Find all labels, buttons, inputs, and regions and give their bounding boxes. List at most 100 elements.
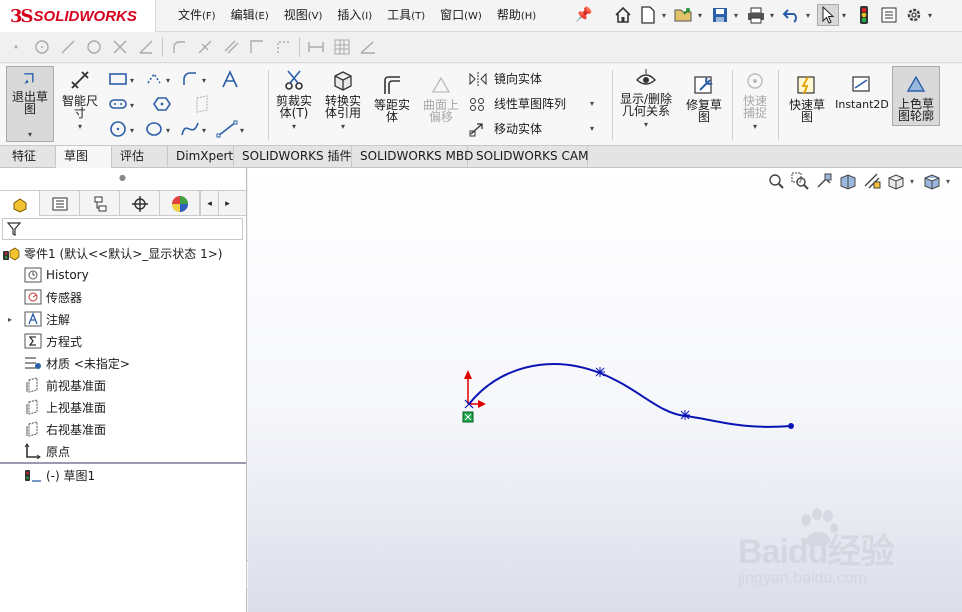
reference-plane-icon[interactable] [192, 95, 212, 116]
shaded-sketch-contours-button[interactable]: 上色草图轮廓 [892, 66, 940, 126]
menu-file[interactable]: 文件(F) [178, 6, 216, 23]
undo-icon[interactable] [781, 4, 803, 26]
tree-root-part[interactable]: 零件1 (默认<<默认>_显示状态 1>) [0, 242, 246, 264]
ellipse-dropdown-icon[interactable]: ▾ [166, 126, 174, 135]
rectangle-dropdown-icon[interactable]: ▾ [130, 76, 138, 85]
tab-solidworks-mbd[interactable]: SOLIDWORKS MBD [352, 146, 473, 168]
angle-line-icon[interactable] [136, 37, 156, 57]
text-icon[interactable] [220, 70, 240, 91]
rapid-sketch-button[interactable]: 快速草图 [784, 74, 830, 134]
display-manager-tab-icon[interactable] [160, 191, 200, 216]
slot-icon[interactable] [108, 96, 128, 115]
configuration-manager-tab-icon[interactable] [80, 191, 120, 216]
construction-line-icon[interactable] [216, 120, 238, 141]
tree-item-history[interactable]: History [0, 264, 246, 286]
menu-insert[interactable]: 插入(I) [337, 6, 372, 23]
trim-dropdown-icon[interactable]: ▾ [292, 121, 296, 133]
open-folder-icon[interactable] [673, 4, 695, 26]
chamfer-icon[interactable] [195, 37, 215, 57]
center-circle-icon[interactable] [32, 37, 52, 57]
display-delete-relations-button[interactable]: 显示/删除几何关系 ▾ [616, 68, 676, 140]
circle-tool-icon[interactable] [108, 120, 128, 141]
parallel-lines-icon[interactable] [221, 37, 241, 57]
offset-on-surface-button[interactable]: 曲面上偏移 [418, 74, 464, 134]
spline-icon[interactable] [180, 120, 200, 141]
panel-tabs-scroll-left-icon[interactable]: ◂ [200, 191, 218, 216]
menu-help[interactable]: 帮助(H) [497, 6, 536, 23]
smart-dimension-button[interactable]: 智能尺寸 ▾ [58, 68, 102, 140]
new-dropdown-icon[interactable]: ▾ [662, 11, 670, 20]
instant2d-button[interactable]: Instant2D [834, 74, 890, 134]
tree-item-origin[interactable]: 原点 [0, 440, 246, 462]
relations-dropdown-icon[interactable]: ▾ [644, 119, 648, 131]
spline-endpoint-end[interactable] [788, 423, 794, 429]
trim-entities-button[interactable]: 剪裁实体(T) ▾ [272, 68, 316, 140]
graphics-area[interactable]: ▾ ▾ Baidu经验 jingyan.baidu.com [248, 168, 962, 612]
angle-dimension-icon[interactable] [358, 37, 378, 57]
tab-solidworks-cam[interactable]: SOLIDWORKS CAM [468, 146, 588, 168]
save-dropdown-icon[interactable]: ▾ [734, 11, 742, 20]
tree-item-sensors[interactable]: 传感器 [0, 286, 246, 308]
undo-dropdown-icon[interactable]: ▾ [806, 11, 814, 20]
tree-item-right-plane[interactable]: 右视基准面 [0, 418, 246, 440]
grid-icon[interactable] [332, 37, 352, 57]
cross-trim-icon[interactable] [110, 37, 130, 57]
tab-dimxpert[interactable]: DimXpert [168, 146, 234, 168]
polygon-icon[interactable] [144, 71, 164, 90]
tree-item-annotations[interactable]: ▸ 注解 [0, 308, 246, 330]
polygon-dropdown-icon[interactable]: ▾ [166, 76, 174, 85]
mirror-entities-button[interactable]: 镜向实体 [468, 70, 542, 87]
tab-evaluate[interactable]: 评估 [112, 146, 168, 168]
rebuild-traffic-light-icon[interactable] [853, 4, 875, 26]
menu-window[interactable]: 窗口(W) [440, 6, 482, 23]
circle-dropdown-icon[interactable]: ▾ [130, 126, 138, 135]
select-cursor-icon[interactable] [817, 4, 839, 26]
expand-arrow-icon[interactable]: ▸ [8, 315, 12, 324]
tree-item-equations[interactable]: 方程式 [0, 330, 246, 352]
menu-edit[interactable]: 编辑(E) [231, 6, 269, 23]
tree-filter-box[interactable] [2, 218, 243, 240]
point-icon[interactable] [6, 37, 26, 57]
exit-sketch-button[interactable]: 退出草图 ▾ [6, 66, 54, 142]
panel-tabs-scroll-right-icon[interactable]: ▸ [218, 191, 236, 216]
tree-item-material[interactable]: 材质 <未指定> [0, 352, 246, 374]
options-gear-icon[interactable] [903, 4, 925, 26]
ellipse-icon[interactable] [144, 120, 164, 141]
corner-icon[interactable] [247, 37, 267, 57]
tab-features[interactable]: 特征 [4, 146, 56, 168]
move-dropdown-icon[interactable]: ▾ [590, 124, 598, 133]
line-icon[interactable] [58, 37, 78, 57]
dimension-icon[interactable] [306, 37, 326, 57]
select-dropdown-icon[interactable]: ▾ [842, 11, 850, 20]
hexagon-icon[interactable] [152, 95, 172, 116]
sketch-origin-icon[interactable] [462, 370, 486, 423]
new-document-icon[interactable] [637, 4, 659, 26]
quick-snap-dropdown-icon[interactable]: ▾ [753, 121, 757, 133]
spline-dropdown-icon[interactable]: ▾ [202, 126, 210, 135]
convert-dropdown-icon[interactable]: ▾ [341, 121, 345, 133]
home-icon[interactable] [612, 4, 634, 26]
panel-grip-icon[interactable]: ● [119, 173, 126, 182]
spline-point-2[interactable] [680, 410, 690, 420]
repair-sketch-button[interactable]: 修复草图 [680, 74, 728, 136]
tree-item-top-plane[interactable]: 上视基准面 [0, 396, 246, 418]
menu-view[interactable]: 视图(V) [284, 6, 323, 23]
spline-point-1[interactable] [595, 367, 605, 377]
pin-menu-icon[interactable]: 📌 [575, 7, 592, 23]
options-dropdown-icon[interactable]: ▾ [928, 11, 936, 20]
smart-dimension-dropdown-icon[interactable]: ▾ [78, 121, 82, 133]
print-dropdown-icon[interactable]: ▾ [770, 11, 778, 20]
save-icon[interactable] [709, 4, 731, 26]
fillet-icon[interactable] [169, 37, 189, 57]
tree-item-front-plane[interactable]: 前视基准面 [0, 374, 246, 396]
dashed-corner-icon[interactable] [273, 37, 293, 57]
tree-item-sketch1[interactable]: (-) 草图1 [0, 464, 246, 486]
file-properties-icon[interactable] [878, 4, 900, 26]
solidworks-logo[interactable]: 3S SOLIDWORKS [0, 0, 156, 32]
move-entities-button[interactable]: 移动实体 ▾ [468, 120, 598, 137]
pattern-dropdown-icon[interactable]: ▾ [590, 99, 598, 108]
offset-entities-button[interactable]: 等距实体 [370, 74, 414, 134]
print-icon[interactable] [745, 4, 767, 26]
linear-pattern-button[interactable]: 线性草图阵列 ▾ [468, 95, 598, 112]
arc-icon[interactable] [180, 71, 200, 90]
